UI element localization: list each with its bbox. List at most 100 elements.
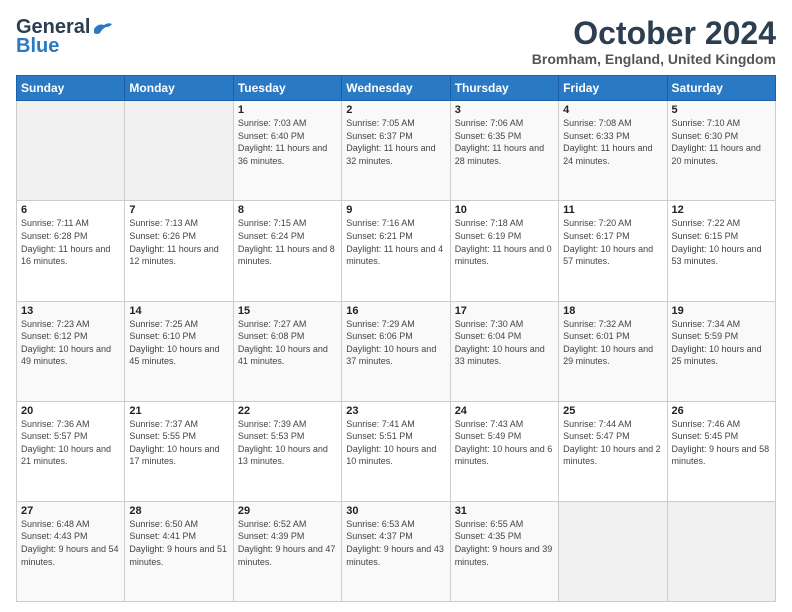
logo-blue: Blue: [16, 35, 59, 58]
day-number: 17: [455, 305, 554, 317]
calendar-cell-w5-d7: [667, 501, 775, 601]
calendar-cell-w5-d1: 27Sunrise: 6:48 AM Sunset: 4:43 PM Dayli…: [17, 501, 125, 601]
calendar-cell-w5-d6: [559, 501, 667, 601]
calendar-cell-w2-d3: 8Sunrise: 7:15 AM Sunset: 6:24 PM Daylig…: [233, 201, 341, 301]
calendar-cell-w1-d1: [17, 101, 125, 201]
day-number: 7: [129, 204, 228, 216]
col-saturday: Saturday: [667, 76, 775, 101]
calendar-cell-w2-d6: 11Sunrise: 7:20 AM Sunset: 6:17 PM Dayli…: [559, 201, 667, 301]
calendar-cell-w2-d1: 6Sunrise: 7:11 AM Sunset: 6:28 PM Daylig…: [17, 201, 125, 301]
calendar-cell-w3-d5: 17Sunrise: 7:30 AM Sunset: 6:04 PM Dayli…: [450, 301, 558, 401]
day-number: 30: [346, 505, 445, 517]
calendar-cell-w4-d7: 26Sunrise: 7:46 AM Sunset: 5:45 PM Dayli…: [667, 401, 775, 501]
day-info: Sunrise: 7:20 AM Sunset: 6:17 PM Dayligh…: [563, 217, 662, 267]
day-number: 3: [455, 104, 554, 116]
calendar-cell-w4-d2: 21Sunrise: 7:37 AM Sunset: 5:55 PM Dayli…: [125, 401, 233, 501]
calendar-cell-w4-d4: 23Sunrise: 7:41 AM Sunset: 5:51 PM Dayli…: [342, 401, 450, 501]
day-number: 25: [563, 405, 662, 417]
page: General Blue October 2024 Bromham, Engla…: [0, 0, 792, 612]
calendar-week-2: 6Sunrise: 7:11 AM Sunset: 6:28 PM Daylig…: [17, 201, 776, 301]
calendar-cell-w1-d3: 1Sunrise: 7:03 AM Sunset: 6:40 PM Daylig…: [233, 101, 341, 201]
logo: General Blue: [16, 16, 114, 58]
day-info: Sunrise: 7:08 AM Sunset: 6:33 PM Dayligh…: [563, 117, 662, 167]
calendar-cell-w4-d1: 20Sunrise: 7:36 AM Sunset: 5:57 PM Dayli…: [17, 401, 125, 501]
day-info: Sunrise: 7:29 AM Sunset: 6:06 PM Dayligh…: [346, 318, 445, 368]
day-info: Sunrise: 7:32 AM Sunset: 6:01 PM Dayligh…: [563, 318, 662, 368]
calendar-cell-w2-d2: 7Sunrise: 7:13 AM Sunset: 6:26 PM Daylig…: [125, 201, 233, 301]
col-monday: Monday: [125, 76, 233, 101]
day-info: Sunrise: 7:11 AM Sunset: 6:28 PM Dayligh…: [21, 217, 120, 267]
day-number: 23: [346, 405, 445, 417]
day-info: Sunrise: 7:25 AM Sunset: 6:10 PM Dayligh…: [129, 318, 228, 368]
calendar-cell-w4-d5: 24Sunrise: 7:43 AM Sunset: 5:49 PM Dayli…: [450, 401, 558, 501]
calendar-week-3: 13Sunrise: 7:23 AM Sunset: 6:12 PM Dayli…: [17, 301, 776, 401]
day-info: Sunrise: 7:37 AM Sunset: 5:55 PM Dayligh…: [129, 418, 228, 468]
day-number: 1: [238, 104, 337, 116]
calendar-cell-w1-d4: 2Sunrise: 7:05 AM Sunset: 6:37 PM Daylig…: [342, 101, 450, 201]
calendar-cell-w4-d3: 22Sunrise: 7:39 AM Sunset: 5:53 PM Dayli…: [233, 401, 341, 501]
day-number: 15: [238, 305, 337, 317]
calendar-table: Sunday Monday Tuesday Wednesday Thursday…: [16, 75, 776, 602]
day-info: Sunrise: 7:36 AM Sunset: 5:57 PM Dayligh…: [21, 418, 120, 468]
day-number: 12: [672, 204, 771, 216]
day-number: 28: [129, 505, 228, 517]
day-info: Sunrise: 7:41 AM Sunset: 5:51 PM Dayligh…: [346, 418, 445, 468]
day-number: 16: [346, 305, 445, 317]
day-info: Sunrise: 6:50 AM Sunset: 4:41 PM Dayligh…: [129, 518, 228, 568]
calendar-cell-w3-d2: 14Sunrise: 7:25 AM Sunset: 6:10 PM Dayli…: [125, 301, 233, 401]
day-number: 26: [672, 405, 771, 417]
day-number: 24: [455, 405, 554, 417]
day-info: Sunrise: 7:03 AM Sunset: 6:40 PM Dayligh…: [238, 117, 337, 167]
logo-bird-icon: [92, 21, 114, 37]
day-info: Sunrise: 7:22 AM Sunset: 6:15 PM Dayligh…: [672, 217, 771, 267]
day-info: Sunrise: 7:10 AM Sunset: 6:30 PM Dayligh…: [672, 117, 771, 167]
calendar-cell-w5-d4: 30Sunrise: 6:53 AM Sunset: 4:37 PM Dayli…: [342, 501, 450, 601]
day-number: 14: [129, 305, 228, 317]
day-info: Sunrise: 7:43 AM Sunset: 5:49 PM Dayligh…: [455, 418, 554, 468]
day-number: 22: [238, 405, 337, 417]
calendar-cell-w3-d7: 19Sunrise: 7:34 AM Sunset: 5:59 PM Dayli…: [667, 301, 775, 401]
day-number: 4: [563, 104, 662, 116]
day-number: 18: [563, 305, 662, 317]
day-info: Sunrise: 7:18 AM Sunset: 6:19 PM Dayligh…: [455, 217, 554, 267]
col-tuesday: Tuesday: [233, 76, 341, 101]
day-info: Sunrise: 6:53 AM Sunset: 4:37 PM Dayligh…: [346, 518, 445, 568]
day-info: Sunrise: 6:52 AM Sunset: 4:39 PM Dayligh…: [238, 518, 337, 568]
day-number: 10: [455, 204, 554, 216]
calendar-cell-w5-d5: 31Sunrise: 6:55 AM Sunset: 4:35 PM Dayli…: [450, 501, 558, 601]
calendar-cell-w1-d6: 4Sunrise: 7:08 AM Sunset: 6:33 PM Daylig…: [559, 101, 667, 201]
calendar-cell-w3-d1: 13Sunrise: 7:23 AM Sunset: 6:12 PM Dayli…: [17, 301, 125, 401]
calendar-cell-w3-d6: 18Sunrise: 7:32 AM Sunset: 6:01 PM Dayli…: [559, 301, 667, 401]
calendar-cell-w5-d3: 29Sunrise: 6:52 AM Sunset: 4:39 PM Dayli…: [233, 501, 341, 601]
calendar-cell-w4-d6: 25Sunrise: 7:44 AM Sunset: 5:47 PM Dayli…: [559, 401, 667, 501]
calendar-cell-w1-d5: 3Sunrise: 7:06 AM Sunset: 6:35 PM Daylig…: [450, 101, 558, 201]
day-number: 11: [563, 204, 662, 216]
day-info: Sunrise: 7:15 AM Sunset: 6:24 PM Dayligh…: [238, 217, 337, 267]
calendar-cell-w3-d4: 16Sunrise: 7:29 AM Sunset: 6:06 PM Dayli…: [342, 301, 450, 401]
day-info: Sunrise: 7:05 AM Sunset: 6:37 PM Dayligh…: [346, 117, 445, 167]
day-number: 20: [21, 405, 120, 417]
calendar-cell-w2-d5: 10Sunrise: 7:18 AM Sunset: 6:19 PM Dayli…: [450, 201, 558, 301]
day-info: Sunrise: 7:34 AM Sunset: 5:59 PM Dayligh…: [672, 318, 771, 368]
month-title: October 2024: [532, 16, 776, 51]
calendar-cell-w2-d7: 12Sunrise: 7:22 AM Sunset: 6:15 PM Dayli…: [667, 201, 775, 301]
day-info: Sunrise: 7:23 AM Sunset: 6:12 PM Dayligh…: [21, 318, 120, 368]
title-section: October 2024 Bromham, England, United Ki…: [532, 16, 776, 67]
day-number: 29: [238, 505, 337, 517]
day-number: 6: [21, 204, 120, 216]
day-info: Sunrise: 7:30 AM Sunset: 6:04 PM Dayligh…: [455, 318, 554, 368]
day-number: 19: [672, 305, 771, 317]
calendar-cell-w2-d4: 9Sunrise: 7:16 AM Sunset: 6:21 PM Daylig…: [342, 201, 450, 301]
day-info: Sunrise: 6:55 AM Sunset: 4:35 PM Dayligh…: [455, 518, 554, 568]
header: General Blue October 2024 Bromham, Engla…: [16, 16, 776, 67]
calendar-week-1: 1Sunrise: 7:03 AM Sunset: 6:40 PM Daylig…: [17, 101, 776, 201]
day-number: 8: [238, 204, 337, 216]
calendar-week-4: 20Sunrise: 7:36 AM Sunset: 5:57 PM Dayli…: [17, 401, 776, 501]
day-number: 31: [455, 505, 554, 517]
day-number: 2: [346, 104, 445, 116]
day-info: Sunrise: 7:16 AM Sunset: 6:21 PM Dayligh…: [346, 217, 445, 267]
day-number: 9: [346, 204, 445, 216]
day-number: 21: [129, 405, 228, 417]
calendar-cell-w3-d3: 15Sunrise: 7:27 AM Sunset: 6:08 PM Dayli…: [233, 301, 341, 401]
day-number: 5: [672, 104, 771, 116]
